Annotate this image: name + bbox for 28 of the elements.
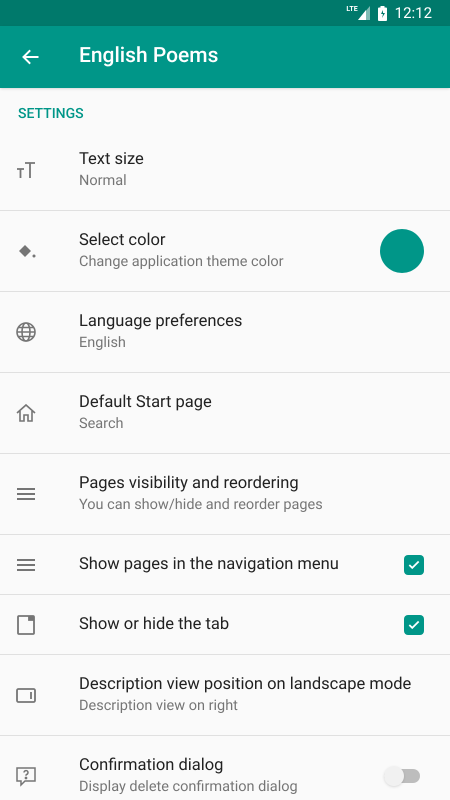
- item-title: Description view position on landscape mode: [79, 674, 412, 696]
- settings-item[interactable]: Show or hide the tab: [0, 595, 450, 655]
- settings-item[interactable]: Language preferences English: [0, 292, 450, 373]
- item-title: Text size: [79, 149, 145, 171]
- item-title: Show or hide the tab: [79, 614, 230, 636]
- item-title: Default Start page: [79, 392, 213, 414]
- settings-item[interactable]: Default Start page Search: [0, 373, 450, 454]
- item-subtitle: Normal: [79, 171, 128, 191]
- item-subtitle: Description view on right: [79, 696, 239, 716]
- settings-item[interactable]: Text size Normal: [0, 130, 450, 211]
- item-title: Language preferences: [79, 311, 244, 333]
- settings-item[interactable]: Select color Change application theme color: [0, 211, 450, 292]
- item-subtitle: Display delete confirmation dialog: [79, 777, 299, 797]
- item-subtitle: English: [79, 333, 127, 353]
- item-subtitle: Change application theme color: [79, 252, 285, 272]
- item-title: Confirmation dialog: [79, 755, 224, 777]
- section-header: SETTINGS: [17, 105, 85, 124]
- app-bar-title: English Poems: [79, 43, 218, 70]
- item-title: Show pages in the navigation menu: [79, 554, 340, 576]
- item-subtitle: You can show/hide and reorder pages: [79, 495, 324, 515]
- settings-item[interactable]: Show pages in the navigation menu: [0, 535, 450, 595]
- item-title: Pages visibility and reordering: [79, 473, 300, 495]
- clock: 12:12: [394, 2, 432, 24]
- settings-item[interactable]: Pages visibility and reordering You can show/hide and reorder pages: [0, 454, 450, 535]
- item-title: Select color: [79, 230, 166, 252]
- settings-item[interactable]: Confirmation dialog Display delete confirmation dialog: [0, 736, 450, 800]
- settings-item[interactable]: Description view position on landscape mode Description view on right: [0, 655, 450, 736]
- item-subtitle: Search: [79, 414, 125, 434]
